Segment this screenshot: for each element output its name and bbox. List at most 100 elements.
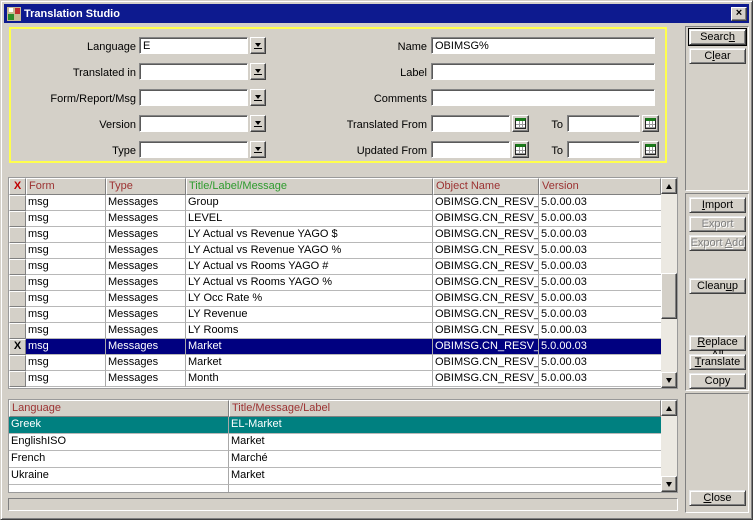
import-button[interactable]: Import [689, 197, 746, 213]
cell-version[interactable]: 5.0.00.03 [539, 227, 661, 243]
cell-form[interactable]: msg [26, 323, 106, 339]
table-row[interactable]: msgMessagesLY Actual vs Revenue YAGO $OB… [9, 227, 661, 243]
cell-type[interactable]: Messages [106, 195, 186, 211]
language-dropdown-button[interactable] [250, 37, 266, 54]
cell-version[interactable]: 5.0.00.03 [539, 307, 661, 323]
form-report-msg-dropdown-button[interactable] [250, 89, 266, 106]
cell-type[interactable]: Messages [106, 355, 186, 371]
cell-title[interactable]: LEVEL [186, 211, 433, 227]
table-row[interactable]: msgMessagesLY Actual vs Revenue YAGO %OB… [9, 243, 661, 259]
cell-object-name[interactable]: OBIMSG.CN_RESV_PACE [433, 211, 539, 227]
cell-title[interactable]: Market [186, 339, 433, 355]
scroll-down-icon[interactable] [661, 372, 677, 388]
cell-form[interactable]: msg [26, 339, 106, 355]
cell-object-name[interactable]: OBIMSG.CN_RESV_PACE [433, 195, 539, 211]
cell-type[interactable]: Messages [106, 211, 186, 227]
cell-object-name[interactable]: OBIMSG.CN_RESV_PACE [433, 307, 539, 323]
table-row[interactable]: msgMessagesMonthOBIMSG.CN_RESV_PACE5.0.0… [9, 371, 661, 387]
row-mark-cell[interactable] [9, 275, 26, 291]
cell-type[interactable]: Messages [106, 243, 186, 259]
type-dropdown-button[interactable] [250, 141, 266, 158]
version-dropdown-button[interactable] [250, 115, 266, 132]
cell-title-message-label[interactable]: Marché [229, 451, 661, 468]
close-button[interactable]: Close [689, 490, 746, 506]
version-input[interactable] [139, 115, 248, 132]
cell-title-message-label[interactable] [229, 485, 661, 492]
cell-version[interactable]: 5.0.00.03 [539, 371, 661, 387]
row-mark-cell[interactable] [9, 323, 26, 339]
cell-title[interactable]: Market [186, 355, 433, 371]
cell-title[interactable]: LY Actual vs Revenue YAGO $ [186, 227, 433, 243]
close-icon[interactable]: × [731, 7, 747, 21]
cell-type[interactable]: Messages [106, 259, 186, 275]
cell-object-name[interactable]: OBIMSG.CN_RESV_PACE [433, 323, 539, 339]
cell-object-name[interactable]: OBIMSG.CN_RESV_PACE [433, 275, 539, 291]
list-item[interactable] [9, 485, 661, 492]
table-row[interactable]: msgMessagesMarketOBIMSG.CN_RESV_PACE5.0.… [9, 355, 661, 371]
row-mark-cell[interactable] [9, 195, 26, 211]
updated-to-calendar-button[interactable] [642, 141, 659, 158]
cell-type[interactable]: Messages [106, 371, 186, 387]
translated-in-dropdown-button[interactable] [250, 63, 266, 80]
table-row[interactable]: msgMessagesLY Actual vs Rooms YAGO #OBIM… [9, 259, 661, 275]
cell-type[interactable]: Messages [106, 275, 186, 291]
translated-to-calendar-button[interactable] [642, 115, 659, 132]
table-row[interactable]: msgMessagesLY Occ Rate %OBIMSG.CN_RESV_P… [9, 291, 661, 307]
cell-version[interactable]: 5.0.00.03 [539, 323, 661, 339]
table-row[interactable]: msgMessagesLY RoomsOBIMSG.CN_RESV_PACE5.… [9, 323, 661, 339]
translated-from-input[interactable] [431, 115, 510, 132]
list-item[interactable]: FrenchMarché [9, 451, 661, 468]
cell-version[interactable]: 5.0.00.03 [539, 243, 661, 259]
translated-to-input[interactable] [567, 115, 640, 132]
row-mark-cell[interactable] [9, 243, 26, 259]
updated-from-input[interactable] [431, 141, 510, 158]
cell-version[interactable]: 5.0.00.03 [539, 259, 661, 275]
cell-title-message-label[interactable]: EL-Market [229, 417, 661, 434]
row-mark-cell[interactable] [9, 307, 26, 323]
cell-form[interactable]: msg [26, 227, 106, 243]
cell-form[interactable]: msg [26, 291, 106, 307]
translate-button[interactable]: Translate [689, 354, 746, 370]
cell-language[interactable]: French [9, 451, 229, 468]
cleanup-button[interactable]: Cleanup [689, 278, 746, 294]
scroll-down-icon[interactable] [661, 476, 677, 492]
row-mark-cell[interactable] [9, 371, 26, 387]
row-mark-cell[interactable] [9, 259, 26, 275]
type-input[interactable] [139, 141, 248, 158]
cell-title[interactable]: LY Rooms [186, 323, 433, 339]
row-mark-cell[interactable]: X [9, 339, 26, 355]
translated-in-input[interactable] [139, 63, 248, 80]
scroll-up-icon[interactable] [661, 178, 677, 194]
cell-form[interactable]: msg [26, 243, 106, 259]
cell-type[interactable]: Messages [106, 339, 186, 355]
cell-version[interactable]: 5.0.00.03 [539, 195, 661, 211]
copy-button[interactable]: Copy [689, 373, 746, 389]
cell-version[interactable]: 5.0.00.03 [539, 339, 661, 355]
clear-button[interactable]: Clear [689, 48, 746, 64]
table-row[interactable]: msgMessagesGroupOBIMSG.CN_RESV_PACE5.0.0… [9, 195, 661, 211]
cell-object-name[interactable]: OBIMSG.CN_RESV_PACE [433, 355, 539, 371]
comments-input[interactable] [431, 89, 655, 106]
list-item[interactable]: GreekEL-Market [9, 417, 661, 434]
cell-language[interactable]: Ukraine [9, 468, 229, 485]
app-icon[interactable] [7, 7, 21, 21]
cell-object-name[interactable]: OBIMSG.CN_RESV_PACE [433, 291, 539, 307]
list-item[interactable]: UkraineMarket [9, 468, 661, 485]
cell-title[interactable]: LY Occ Rate % [186, 291, 433, 307]
table-row[interactable]: XmsgMessagesMarketOBIMSG.CN_RESV_PACE5.0… [9, 339, 661, 355]
cell-type[interactable]: Messages [106, 227, 186, 243]
cell-title[interactable]: LY Actual vs Revenue YAGO % [186, 243, 433, 259]
cell-title[interactable]: LY Actual vs Rooms YAGO # [186, 259, 433, 275]
label-input[interactable] [431, 63, 655, 80]
cell-form[interactable]: msg [26, 211, 106, 227]
cell-object-name[interactable]: OBIMSG.CN_RESV_PACE [433, 371, 539, 387]
cell-title[interactable]: Month [186, 371, 433, 387]
cell-language[interactable]: Greek [9, 417, 229, 434]
cell-language[interactable]: EnglishISO [9, 434, 229, 451]
cell-title-message-label[interactable]: Market [229, 468, 661, 485]
cell-form[interactable]: msg [26, 195, 106, 211]
row-mark-cell[interactable] [9, 227, 26, 243]
row-mark-cell[interactable] [9, 291, 26, 307]
row-mark-cell[interactable] [9, 355, 26, 371]
cell-language[interactable] [9, 485, 229, 492]
